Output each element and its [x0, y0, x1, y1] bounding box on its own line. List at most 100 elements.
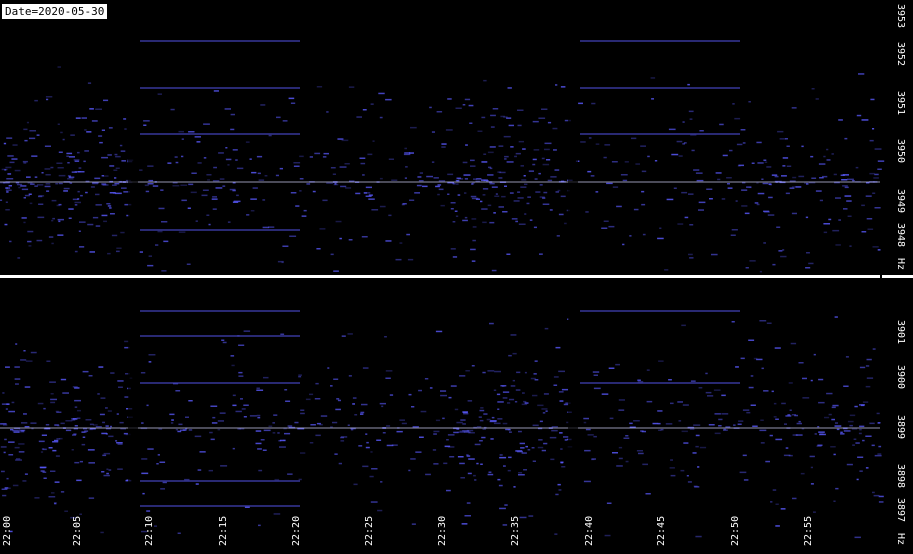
y-label-top: 3948 — [895, 223, 906, 248]
spectrogram-speckle — [120, 231, 125, 234]
spectrogram-speckle — [631, 137, 637, 140]
spectrogram-speckle — [587, 434, 594, 436]
spectrogram-speckle — [761, 178, 764, 180]
spectrogram-speckle — [591, 102, 596, 105]
spectrogram-speckle — [98, 366, 104, 368]
spectrogram-speckle — [218, 152, 224, 154]
spectrogram-speckle — [440, 390, 447, 392]
spectrogram — [0, 0, 913, 554]
spectrogram-speckle — [452, 256, 458, 258]
spectrogram-speckle — [856, 114, 862, 117]
spectrogram-speckle — [77, 151, 80, 154]
spectrogram-speckle — [152, 185, 159, 187]
spectrogram-speckle — [479, 409, 485, 412]
spectrogram-speckle — [823, 223, 830, 225]
spectrogram-speckle — [333, 183, 339, 186]
spectrogram-speckle — [560, 462, 564, 464]
spectrogram-speckle — [642, 233, 646, 236]
spectrogram-speckle — [268, 425, 273, 427]
spectrogram-speckle — [18, 443, 25, 445]
spectrogram-speckle — [558, 489, 562, 491]
spectrogram-speckle — [563, 403, 569, 406]
spectrogram-speckle — [340, 440, 345, 442]
spectrogram-speckle — [809, 455, 815, 458]
spectrogram-speckle — [834, 316, 838, 318]
spectrogram-speckle — [355, 192, 361, 195]
spectrogram-speckle — [381, 405, 384, 408]
spectrogram-speckle — [232, 394, 236, 397]
spectrogram-speckle — [57, 234, 64, 236]
spectrogram-speckle — [385, 240, 392, 242]
spectrogram-speckle — [735, 200, 738, 202]
spectrogram-speckle — [57, 66, 61, 68]
spectrogram-speckle — [688, 193, 694, 195]
spectrogram-speckle — [547, 121, 552, 124]
spectrogram-speckle — [654, 160, 658, 162]
spectrogram-speckle — [488, 471, 492, 473]
spectrogram-speckle — [56, 411, 62, 413]
spectrogram-speckle — [504, 158, 507, 160]
spectrogram-speckle — [288, 97, 295, 100]
spectrogram-speckle — [593, 374, 598, 376]
spectrogram-speckle — [541, 449, 546, 452]
spectrogram-speckle — [8, 185, 12, 187]
spectrogram-speckle — [362, 174, 365, 176]
spectrogram-speckle — [275, 174, 279, 177]
spectrogram-speckle — [108, 469, 112, 471]
spectrogram-speckle — [272, 432, 276, 434]
spectrogram-speckle — [521, 179, 527, 181]
spectrogram-speckle — [401, 422, 407, 425]
spectrogram-speckle — [255, 442, 262, 445]
spectrogram-speckle — [316, 248, 321, 250]
spectrogram-speckle — [409, 152, 414, 154]
spectrogram-speckle — [348, 86, 355, 88]
spectrogram-speckle — [707, 395, 714, 397]
spectrogram-speckle — [147, 448, 154, 450]
spectrogram-speckle — [828, 218, 832, 221]
spectrogram-speckle — [243, 416, 247, 418]
spectrogram-speckle — [425, 473, 431, 476]
spectrogram-speckle — [279, 439, 286, 442]
spectrogram-speckle — [139, 251, 143, 253]
spectrogram-speckle — [805, 267, 811, 269]
spectrogram-speckle — [714, 432, 721, 435]
spectrogram-speckle — [385, 98, 392, 101]
spectrogram-speckle — [472, 226, 477, 228]
spectrogram-speckle — [77, 190, 80, 193]
spectrogram-speckle — [490, 126, 495, 128]
spectrogram-speckle — [446, 439, 449, 441]
spectrogram-speckle — [843, 430, 851, 432]
spectrogram-speckle — [489, 182, 495, 185]
spectrogram-speckle — [366, 441, 369, 444]
spectrogram-speckle — [759, 270, 762, 273]
spectrogram-speckle — [178, 423, 183, 426]
spectrogram-speckle — [775, 418, 779, 420]
spectrogram-speckle — [553, 384, 558, 386]
spectrogram-speckle — [781, 175, 787, 177]
spectrogram-speckle — [82, 370, 89, 373]
y-label-bottom: 3900 — [895, 365, 906, 390]
spectrogram-speckle — [441, 146, 446, 148]
spectrogram-speckle — [542, 203, 550, 205]
spectrogram-speckle — [105, 425, 109, 427]
spectrogram-speckle — [67, 162, 70, 164]
spectrogram-speckle — [861, 204, 865, 207]
spectrogram-speckle — [59, 437, 63, 440]
spectrogram-speckle — [371, 468, 378, 470]
spectrogram-speckle — [833, 173, 837, 176]
spectrogram-speckle — [73, 433, 77, 435]
spectrogram-speckle — [706, 188, 713, 190]
spectrogram-speckle — [524, 402, 529, 404]
spectrogram-speckle — [26, 121, 29, 124]
spectrogram-speckle — [219, 178, 225, 180]
spectrogram-speckle — [737, 423, 742, 425]
spectrogram-speckle — [447, 173, 454, 176]
spectrogram-speckle — [560, 448, 563, 450]
spectrogram-speckle — [761, 367, 764, 370]
spectrogram-speckle — [564, 222, 567, 225]
spectrogram-speckle — [717, 178, 721, 181]
spectrogram-speckle — [526, 202, 530, 205]
spectrogram-speckle — [74, 160, 80, 162]
spectrogram-speckle — [378, 92, 385, 95]
spectrogram-speckle — [34, 99, 38, 102]
